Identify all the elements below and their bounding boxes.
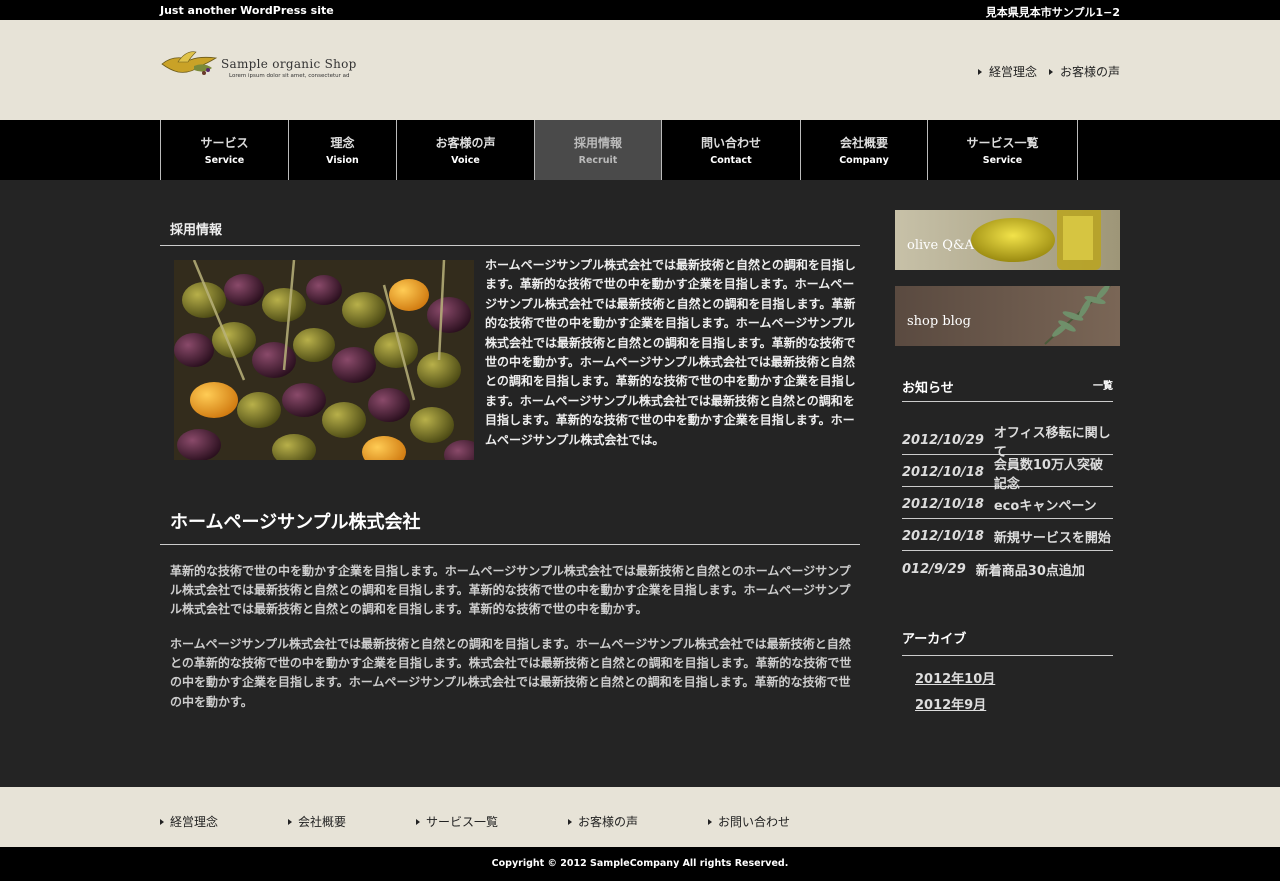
news-item[interactable]: 2012/10/18 新規サービスを開始 — [902, 519, 1113, 551]
triangle-bullet-icon — [288, 818, 292, 825]
news-more-link[interactable]: 一覧 — [1093, 377, 1113, 392]
site-tagline: Just another WordPress site — [160, 4, 334, 17]
company-heading: ホームページサンプル株式会社 — [160, 508, 860, 545]
nav-item-contact[interactable]: 問い合わせ Contact — [662, 120, 801, 180]
top-bar: Just another WordPress site 見本県見本市サンプル1−… — [0, 0, 1280, 20]
paragraph-2: ホームページサンプル株式会社では最新技術と自然との調和を目指します。ホームページ… — [170, 637, 852, 709]
footer-link-service-list[interactable]: サービス一覧 — [416, 813, 498, 830]
archive-list: 2012年10月 2012年9月 — [915, 668, 995, 720]
nav-item-service[interactable]: サービス Service — [161, 120, 289, 180]
bird-logo-icon — [161, 51, 218, 75]
archive-title: アーカイブ — [902, 628, 1113, 656]
header-link-philosophy[interactable]: 経営理念 — [977, 63, 1037, 80]
footer-link-contact[interactable]: お問い合わせ — [708, 813, 790, 830]
news-item[interactable]: 2012/10/18 ecoキャンペーン — [902, 487, 1113, 519]
archive-link[interactable]: 2012年9月 — [915, 694, 995, 720]
olive-qa-banner[interactable]: olive Q&A — [895, 210, 1120, 270]
site-header: Sample organic Shop Lorem ipsum dolor si… — [0, 20, 1280, 120]
triangle-bullet-icon — [160, 818, 164, 825]
sidebar: olive Q&A shop blog お知らせ 一覧 2012/10/29 オ… — [895, 210, 1120, 713]
header-link-voice[interactable]: お客様の声 — [1048, 63, 1120, 80]
news-item[interactable]: 012/9/29 新着商品30点追加 — [902, 551, 1113, 583]
shop-blog-label: shop blog — [907, 314, 971, 329]
header-links: 経営理念 お客様の声 — [977, 63, 1120, 80]
news-title: お知らせ — [902, 381, 954, 396]
shop-blog-banner[interactable]: shop blog — [895, 286, 1120, 346]
nav-item-company[interactable]: 会社概要 Company — [801, 120, 928, 180]
triangle-bullet-icon — [568, 818, 572, 825]
global-nav: サービス Service 理念 Vision お客様の声 Voice 採用情報 Recr… — [0, 120, 1280, 180]
news-item[interactable]: 2012/10/18 会員数10万人突破記念 — [902, 455, 1113, 492]
news-item[interactable]: 2012/10/29 オフィス移転に関して — [902, 423, 1113, 460]
nav-item-voice[interactable]: お客様の声 Voice — [397, 120, 535, 180]
footer-link-company[interactable]: 会社概要 — [288, 813, 346, 830]
triangle-bullet-icon — [416, 818, 420, 825]
news-list: 2012/10/29 オフィス移転に関して 2012/10/18 会員数10万人突破… — [902, 423, 1113, 583]
logo-subtitle: Lorem ipsum dolor sit amet, consectetur … — [229, 73, 350, 79]
nav-item-recruit[interactable]: 採用情報 Recruit — [535, 120, 662, 180]
footer-link-voice[interactable]: お客様の声 — [568, 813, 638, 830]
page-title: 採用情報 — [160, 219, 860, 246]
copyright: Copyright © 2012 SampleCompany All right… — [0, 847, 1280, 881]
olive-qa-label: olive Q&A — [907, 238, 974, 253]
triangle-bullet-icon — [977, 68, 982, 75]
main-area: 採用情報 ホームページサンプル株式会社では最新技術と自然との調和を目指します。革… — [0, 180, 1280, 787]
paragraph-1: 革新的な技術で世の中を動かす企業を目指します。ホームページサンプル株式会社では最… — [170, 564, 851, 617]
site-logo[interactable]: Sample organic Shop Lorem ipsum dolor si… — [160, 48, 360, 98]
triangle-bullet-icon — [1048, 68, 1053, 75]
triangle-bullet-icon — [708, 818, 712, 825]
footer-link-philosophy[interactable]: 経営理念 — [160, 813, 218, 830]
news-header: お知らせ 一覧 — [902, 377, 1113, 402]
intro-text: ホームページサンプル株式会社では最新技術と自然との調和を目指します。革新的な技術… — [485, 258, 856, 447]
nav-item-vision[interactable]: 理念 Vision — [289, 120, 397, 180]
archive-link[interactable]: 2012年10月 — [915, 668, 995, 694]
olives-photo — [174, 260, 474, 460]
logo-name: Sample organic Shop — [221, 57, 357, 71]
footer: 経営理念 会社概要 サービス一覧 お客様の声 お問い合わせ — [0, 787, 1280, 847]
nav-item-service-list[interactable]: サービス一覧 Service — [928, 120, 1078, 180]
site-address: 見本県見本市サンプル1−2 — [985, 6, 1120, 19]
